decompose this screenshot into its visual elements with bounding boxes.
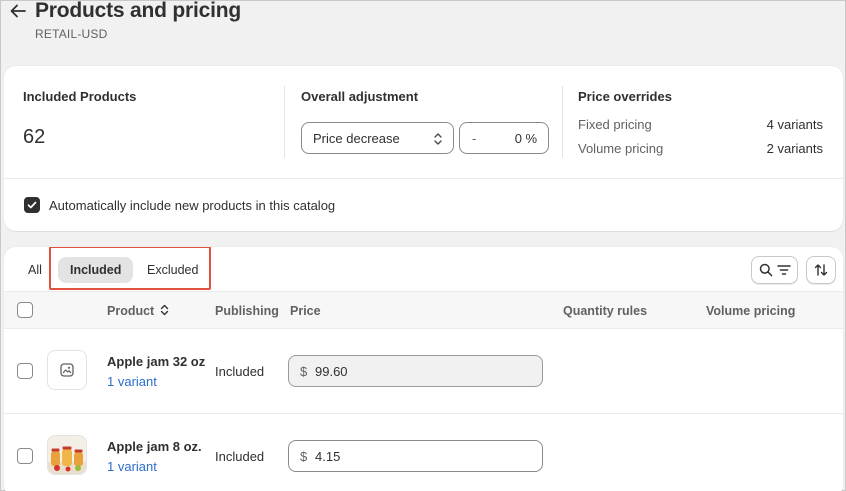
currency-symbol: $ [300,364,308,379]
select-chevrons-icon [434,133,442,145]
column-header-product-label: Product [107,304,155,318]
publishing-status: Included [215,449,265,464]
product-thumbnail [47,435,87,475]
sort-chevrons-icon [160,304,168,316]
filter-icon [776,265,791,275]
column-header-quantity-rules: Quantity rules [563,304,648,318]
column-header-volume-pricing: Volume pricing [706,304,796,318]
product-photo [48,436,86,474]
fixed-pricing-label: Fixed pricing [578,117,652,132]
currency-symbol: $ [300,449,308,464]
summary-card: Included Products 62 Overall adjustment … [4,66,843,231]
sort-icon [814,264,828,276]
adjustment-percent-input[interactable]: - 0 % [459,122,549,154]
price-input[interactable]: $ 99.60 [288,355,543,387]
summary-columns: Included Products 62 Overall adjustment … [4,66,843,179]
included-products-count: 62 [23,126,46,148]
publishing-status: Included [215,364,265,379]
included-products-title: Included Products [23,89,137,104]
image-placeholder-icon [60,363,74,377]
search-icon [759,263,772,277]
column-header-publishing: Publishing [215,304,279,318]
table-header: Product Publishing Price Quantity rules … [4,291,843,329]
row-checkbox[interactable] [17,448,33,464]
product-variants-link[interactable]: 1 variant [107,374,157,389]
price-input[interactable]: $ 4.15 [288,440,543,472]
auto-include-label: Automatically include new products in th… [49,198,336,213]
sort-button[interactable] [806,256,836,284]
tab-all[interactable]: All [16,257,54,283]
volume-pricing-label: Volume pricing [578,141,664,156]
column-header-product[interactable]: Product [107,304,169,318]
adjustment-sign: - [472,131,477,146]
checkmark-icon [27,201,37,209]
product-name[interactable]: Apple jam 32 oz [107,354,205,369]
adjustment-unit: % [525,131,537,146]
product-variants-link[interactable]: 1 variant [107,459,157,474]
product-name[interactable]: Apple jam 8 oz. [107,439,202,454]
column-header-price: Price [290,304,321,318]
arrow-left-icon [10,4,26,18]
adjustment-value: 0 [514,131,522,146]
select-all-checkbox[interactable] [17,302,33,318]
column-divider [284,86,285,158]
back-button[interactable] [9,2,27,20]
price-value: 4.15 [315,449,341,464]
page-title: Products and pricing [35,0,242,22]
table-row[interactable]: Apple jam 8 oz. 1 variant Included $ 4.1… [4,414,843,491]
page-subtitle: RETAIL-USD [35,27,108,41]
auto-include-checkbox[interactable] [24,197,40,213]
fixed-pricing-value: 4 variants [766,117,823,132]
price-overrides-title: Price overrides [578,89,672,104]
product-thumbnail [47,350,87,390]
tab-included[interactable]: Included [58,257,134,283]
row-checkbox[interactable] [17,363,33,379]
overall-adjustment-title: Overall adjustment [301,89,419,104]
search-filter-button[interactable] [751,256,798,284]
volume-pricing-value: 2 variants [766,141,823,156]
adjustment-type-select[interactable]: Price decrease [301,122,454,154]
adjustment-type-value: Price decrease [313,131,400,146]
tab-excluded[interactable]: Excluded [135,257,210,283]
price-value: 99.60 [315,364,348,379]
table-row[interactable]: Apple jam 32 oz 1 variant Included $ 99.… [4,329,843,414]
column-divider [562,86,563,158]
products-card: All Included Excluded Product Publishing… [4,247,843,491]
